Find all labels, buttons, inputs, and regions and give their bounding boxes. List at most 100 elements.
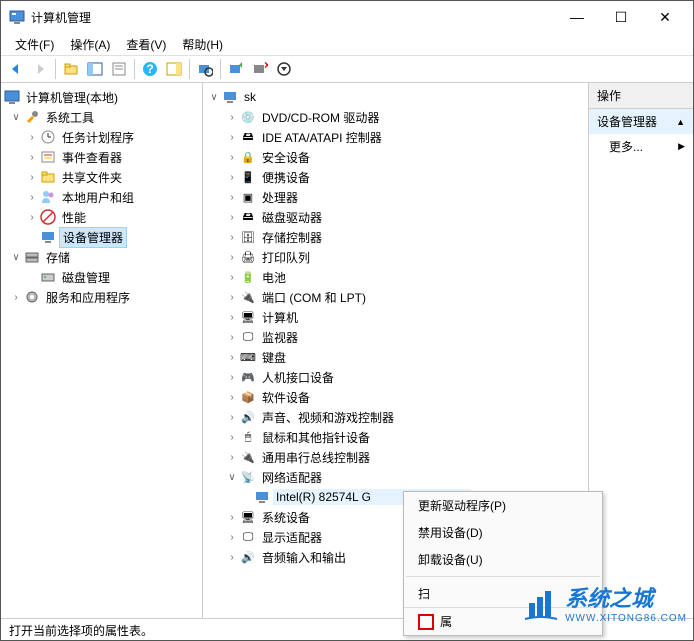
device-category[interactable]: 系统设备 (259, 508, 313, 527)
collapse-icon[interactable]: ∨ (9, 252, 23, 263)
device-category[interactable]: 电池 (259, 268, 289, 287)
help-button[interactable]: ? (139, 58, 161, 80)
expand-icon[interactable]: › (225, 112, 239, 123)
console-tree[interactable]: 计算机管理(本地) ∨ 系统工具 › 任务计划程序 › 事件查看器 › 共享文件夹 › 本… (1, 83, 202, 311)
device-category[interactable]: 计算机 (259, 308, 301, 327)
expand-icon[interactable]: › (225, 512, 239, 523)
tree-item[interactable]: 任务计划程序 (59, 128, 137, 147)
expand-icon[interactable]: › (225, 412, 239, 423)
expand-icon[interactable]: › (225, 392, 239, 403)
toolbar: ? × (1, 55, 693, 83)
ctx-disable-device[interactable]: 禁用设备(D) (404, 519, 602, 546)
device-category[interactable]: 声音、视频和游戏控制器 (259, 408, 397, 427)
menu-view[interactable]: 查看(V) (120, 34, 172, 55)
collapse-icon[interactable]: ∨ (225, 472, 239, 483)
ctx-update-driver[interactable]: 更新驱动程序(P) (404, 492, 602, 519)
tree-storage[interactable]: 存储 (43, 248, 73, 267)
app-icon (9, 9, 25, 25)
device-category[interactable]: 通用串行总线控制器 (259, 448, 373, 467)
collapse-icon[interactable]: ∨ (207, 92, 221, 103)
disable-device-button[interactable] (273, 58, 295, 80)
actions-more[interactable]: 更多...▶ (589, 134, 693, 159)
expand-icon[interactable]: › (225, 272, 239, 283)
expand-icon[interactable]: › (25, 132, 39, 143)
device-root[interactable]: sk (241, 89, 259, 105)
expand-icon[interactable]: › (225, 292, 239, 303)
expand-icon[interactable]: › (25, 152, 39, 163)
device-category-icon: 🖵 (240, 329, 256, 345)
up-button[interactable] (60, 58, 82, 80)
maximize-button[interactable]: ☐ (609, 9, 633, 26)
menu-file[interactable]: 文件(F) (9, 34, 60, 55)
device-category[interactable]: 安全设备 (259, 148, 313, 167)
device-category[interactable]: 网络适配器 (259, 468, 325, 487)
expand-icon[interactable]: › (225, 172, 239, 183)
tree-item[interactable]: 事件查看器 (59, 148, 125, 167)
device-category[interactable]: 监视器 (259, 328, 301, 347)
device-category-icon: 🖥 (240, 509, 256, 525)
menu-help[interactable]: 帮助(H) (176, 34, 229, 55)
expand-icon[interactable]: › (25, 172, 39, 183)
device-mgr-icon (40, 229, 56, 245)
watermark: 系统之城 WWW.XITONG86.COM (523, 581, 687, 624)
expand-icon[interactable]: › (225, 452, 239, 463)
back-button[interactable] (5, 58, 27, 80)
device-category[interactable]: 磁盘驱动器 (259, 208, 325, 227)
expand-icon[interactable]: › (225, 152, 239, 163)
expand-icon[interactable]: › (225, 552, 239, 563)
device-category[interactable]: 软件设备 (259, 388, 313, 407)
forward-button[interactable] (29, 58, 51, 80)
menu-action[interactable]: 操作(A) (64, 34, 116, 55)
device-category[interactable]: 处理器 (259, 188, 301, 207)
tree-sys-tools[interactable]: 系统工具 (43, 108, 97, 127)
properties-button[interactable] (108, 58, 130, 80)
expand-icon[interactable]: › (225, 192, 239, 203)
uninstall-device-button[interactable]: × (249, 58, 271, 80)
tree-item[interactable]: 共享文件夹 (59, 168, 125, 187)
device-category[interactable]: 键盘 (259, 348, 289, 367)
device-category[interactable]: 人机接口设备 (259, 368, 337, 387)
titlebar: 计算机管理 — ☐ ✕ (1, 1, 693, 33)
expand-icon[interactable]: › (225, 312, 239, 323)
expand-icon[interactable]: › (225, 132, 239, 143)
watermark-logo-icon (523, 585, 559, 621)
expand-icon[interactable]: › (9, 292, 23, 303)
device-category[interactable]: 存储控制器 (259, 228, 325, 247)
tree-item[interactable]: 本地用户和组 (59, 188, 137, 207)
tree-services[interactable]: 服务和应用程序 (43, 288, 133, 307)
expand-icon[interactable]: › (225, 252, 239, 263)
device-category-icon: 🖴 (240, 209, 256, 225)
expand-icon[interactable]: › (225, 532, 239, 543)
collapse-icon[interactable]: ∨ (9, 112, 23, 123)
device-category-icon: 🖴 (240, 129, 256, 145)
close-button[interactable]: ✕ (653, 9, 677, 26)
update-driver-button[interactable] (225, 58, 247, 80)
device-category[interactable]: 鼠标和其他指针设备 (259, 428, 373, 447)
expand-icon[interactable]: › (225, 432, 239, 443)
expand-icon[interactable]: › (225, 332, 239, 343)
device-category[interactable]: 打印队列 (259, 248, 313, 267)
device-category[interactable]: 端口 (COM 和 LPT) (259, 288, 369, 307)
device-category[interactable]: 音频输入和输出 (259, 548, 349, 567)
device-category[interactable]: 便携设备 (259, 168, 313, 187)
tree-root[interactable]: 计算机管理(本地) (23, 88, 121, 107)
device-category[interactable]: 显示适配器 (259, 528, 325, 547)
actions-device-manager[interactable]: 设备管理器▲ (589, 109, 693, 134)
tree-item[interactable]: 磁盘管理 (59, 268, 113, 287)
device-category[interactable]: DVD/CD-ROM 驱动器 (259, 108, 382, 127)
show-hide-action-button[interactable] (163, 58, 185, 80)
expand-icon[interactable]: › (225, 232, 239, 243)
expand-icon[interactable]: › (25, 192, 39, 203)
storage-icon (24, 249, 40, 265)
scan-hardware-button[interactable] (194, 58, 216, 80)
expand-icon[interactable]: › (225, 212, 239, 223)
minimize-button[interactable]: — (565, 9, 589, 26)
expand-icon[interactable]: › (25, 212, 39, 223)
tree-item[interactable]: 性能 (59, 208, 89, 227)
expand-icon[interactable]: › (225, 352, 239, 363)
expand-icon[interactable]: › (225, 372, 239, 383)
show-hide-tree-button[interactable] (84, 58, 106, 80)
ctx-uninstall-device[interactable]: 卸载设备(U) (404, 546, 602, 573)
tree-device-manager[interactable]: 设备管理器 (59, 227, 127, 248)
device-category[interactable]: IDE ATA/ATAPI 控制器 (259, 128, 385, 147)
